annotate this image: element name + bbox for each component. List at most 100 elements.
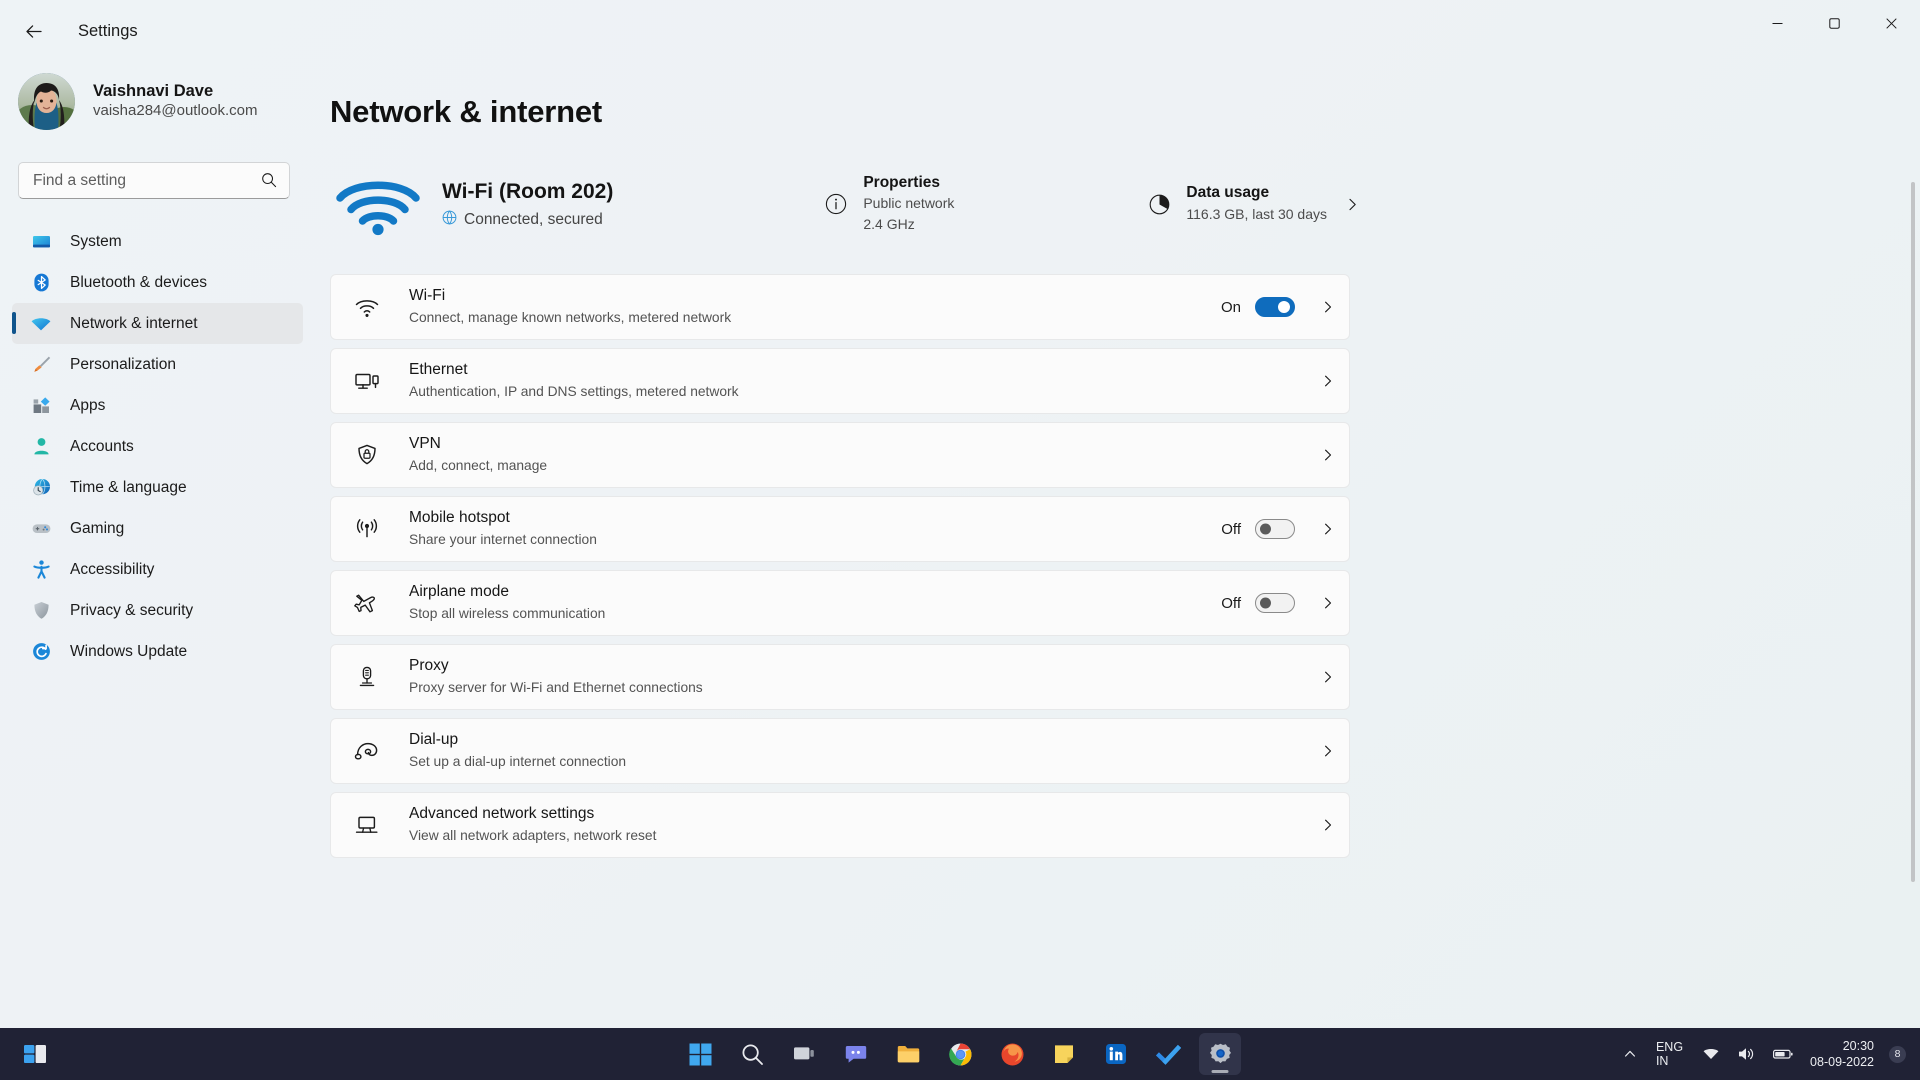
volume-tray-button[interactable] (1730, 1033, 1762, 1075)
person-icon (30, 436, 52, 458)
sidebar-item-label: Network & internet (70, 315, 198, 333)
chevron-right-icon[interactable] (1309, 670, 1335, 684)
sidebar-item-windows-update[interactable]: Windows Update (12, 631, 303, 672)
sticky-notes-button[interactable] (1043, 1033, 1085, 1075)
file-explorer-button[interactable] (887, 1033, 929, 1075)
linkedin-button[interactable] (1095, 1033, 1137, 1075)
settings-rows: Wi-Fi Connect, manage known networks, me… (330, 274, 1350, 858)
clock[interactable]: 20:30 08-09-2022 (1804, 1038, 1886, 1071)
update-refresh-icon (30, 641, 52, 663)
sidebar-item-label: Personalization (70, 356, 176, 374)
chevron-right-icon[interactable] (1309, 596, 1335, 610)
wifi-status-text: Connected, secured (464, 211, 603, 229)
sidebar-item-label: Apps (70, 397, 105, 415)
mobile-hotspot-toggle[interactable] (1255, 519, 1295, 539)
sidebar-item-time-language[interactable]: Time & language (12, 467, 303, 508)
data-usage-pie-icon (1142, 193, 1176, 216)
wifi-icon (349, 296, 385, 318)
chevron-right-icon[interactable] (1309, 818, 1335, 832)
row-text: Advanced network settings View all netwo… (409, 804, 1309, 847)
chevron-right-icon[interactable] (1309, 522, 1335, 536)
page-title: Network & internet (330, 94, 1920, 130)
app-title: Settings (78, 22, 138, 41)
settings-row-advanced-network-settings[interactable]: Advanced network settings View all netwo… (330, 792, 1350, 858)
row-subtitle: Add, connect, manage (409, 456, 1309, 477)
chrome-button[interactable] (939, 1033, 981, 1075)
maximize-button[interactable] (1806, 0, 1863, 46)
sidebar-item-accounts[interactable]: Accounts (12, 426, 303, 467)
paintbrush-icon (30, 354, 52, 376)
vertical-scrollbar[interactable] (1911, 182, 1915, 882)
properties-card[interactable]: Properties Public network 2.4 GHz (819, 173, 954, 235)
sidebar-item-accessibility[interactable]: Accessibility (12, 549, 303, 590)
search-box[interactable] (18, 162, 290, 199)
settings-row-mobile-hotspot[interactable]: Mobile hotspot Share your internet conne… (330, 496, 1350, 562)
taskbar: ENG IN (0, 1028, 1920, 1080)
settings-button[interactable] (1199, 1033, 1241, 1075)
settings-row-airplane-mode[interactable]: Airplane mode Stop all wireless communic… (330, 570, 1350, 636)
sidebar: Vaishnavi Dave vaisha284@outlook.com (0, 62, 320, 1030)
minimize-icon (1772, 18, 1783, 29)
avatar (18, 73, 75, 130)
settings-row-wifi[interactable]: Wi-Fi Connect, manage known networks, me… (330, 274, 1350, 340)
windows-logo-icon (689, 1043, 712, 1066)
row-subtitle: Share your internet connection (409, 530, 1221, 551)
search-button[interactable] (731, 1033, 773, 1075)
proxy-server-icon (349, 665, 385, 689)
speaker-icon (1737, 1045, 1755, 1063)
language-line-2: IN (1656, 1054, 1669, 1068)
sidebar-item-privacy-security[interactable]: Privacy & security (12, 590, 303, 631)
hotspot-icon (349, 517, 385, 541)
widgets-button[interactable] (14, 1033, 56, 1075)
sidebar-item-apps[interactable]: Apps (12, 385, 303, 426)
settings-row-ethernet[interactable]: Ethernet Authentication, IP and DNS sett… (330, 348, 1350, 414)
close-button[interactable] (1863, 0, 1920, 46)
ethernet-icon (349, 370, 385, 392)
row-title: Wi-Fi (409, 286, 1221, 307)
chevron-right-icon[interactable] (1309, 374, 1335, 388)
back-button[interactable] (12, 11, 56, 51)
data-usage-card[interactable]: Data usage 116.3 GB, last 30 days (1142, 173, 1360, 235)
notification-badge[interactable]: 8 (1889, 1046, 1906, 1063)
row-title: Dial-up (409, 730, 1309, 751)
chevron-right-icon[interactable] (1309, 300, 1335, 314)
sidebar-item-bluetooth-devices[interactable]: Bluetooth & devices (12, 262, 303, 303)
task-view-button[interactable] (783, 1033, 825, 1075)
chevron-right-icon[interactable] (1309, 448, 1335, 462)
settings-row-vpn[interactable]: VPN Add, connect, manage (330, 422, 1350, 488)
sidebar-item-network-internet[interactable]: Network & internet (12, 303, 303, 344)
clock-globe-icon (30, 477, 52, 499)
task-view-icon (792, 1042, 816, 1066)
start-button[interactable] (679, 1033, 721, 1075)
search-input[interactable] (19, 163, 244, 198)
airplane-mode-toggle[interactable] (1255, 593, 1295, 613)
row-title: Advanced network settings (409, 804, 1309, 825)
wifi-toggle[interactable] (1255, 297, 1295, 317)
properties-title: Properties (863, 173, 954, 194)
battery-icon (1772, 1045, 1794, 1063)
chat-button[interactable] (835, 1033, 877, 1075)
settings-row-dial-up[interactable]: Dial-up Set up a dial-up internet connec… (330, 718, 1350, 784)
sidebar-item-label: Gaming (70, 520, 124, 538)
battery-tray-button[interactable] (1765, 1033, 1801, 1075)
sidebar-item-gaming[interactable]: Gaming (12, 508, 303, 549)
app-button[interactable] (991, 1033, 1033, 1075)
minimize-button[interactable] (1749, 0, 1806, 46)
profile-email: vaisha284@outlook.com (93, 101, 258, 121)
todo-button[interactable] (1147, 1033, 1189, 1075)
chevron-right-icon[interactable] (1309, 744, 1335, 758)
wifi-large-icon (330, 172, 426, 236)
settings-row-proxy[interactable]: Proxy Proxy server for Wi-Fi and Etherne… (330, 644, 1350, 710)
sidebar-item-system[interactable]: System (12, 221, 303, 262)
network-status-header: Wi-Fi (Room 202) Connected, secured (330, 156, 1360, 252)
row-subtitle: Authentication, IP and DNS settings, met… (409, 382, 1309, 403)
row-title: Mobile hotspot (409, 508, 1221, 529)
gear-icon (1208, 1042, 1233, 1067)
user-profile[interactable]: Vaishnavi Dave vaisha284@outlook.com (18, 62, 320, 138)
sidebar-item-personalization[interactable]: Personalization (12, 344, 303, 385)
language-indicator[interactable]: ENG IN (1647, 1040, 1692, 1069)
title-bar: Settings (0, 0, 1920, 62)
bluetooth-icon (30, 272, 52, 294)
network-tray-button[interactable] (1695, 1033, 1727, 1075)
tray-expand-button[interactable] (1616, 1033, 1644, 1075)
